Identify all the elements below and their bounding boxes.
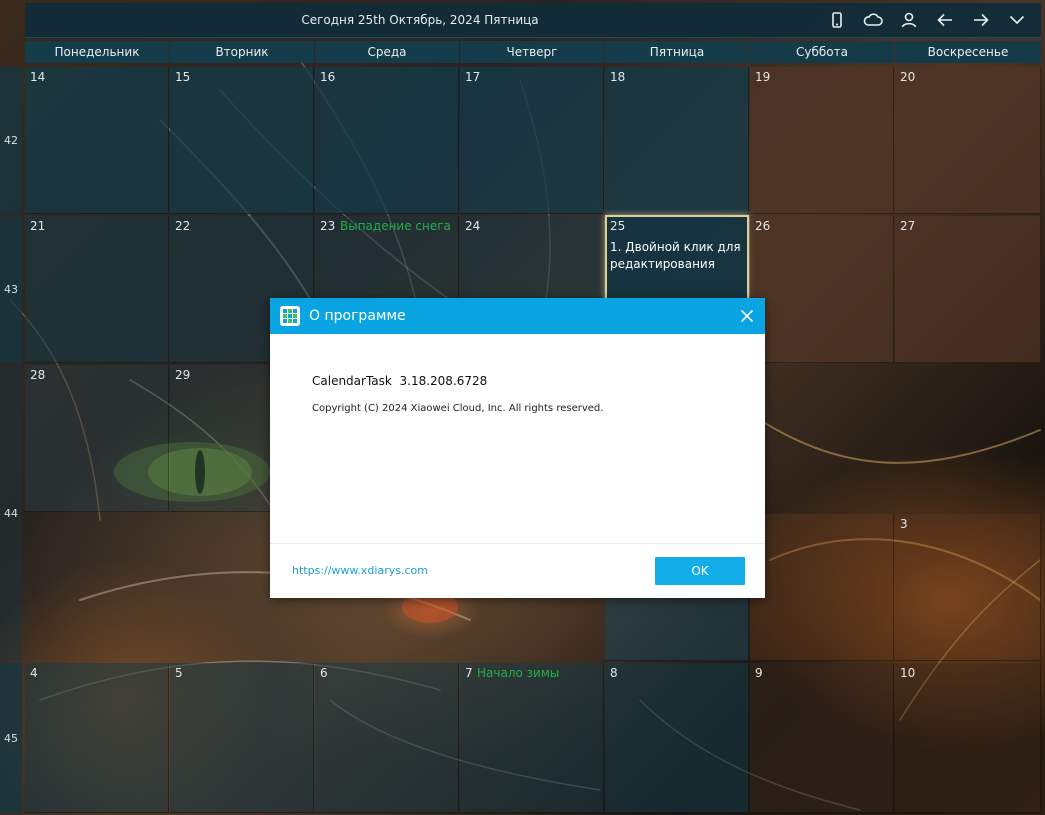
- day-number: 28: [30, 368, 46, 382]
- day-number: 29: [175, 368, 191, 382]
- day-number: 24: [465, 219, 481, 233]
- copyright-text: Copyright (C) 2024 Xiaowei Cloud, Inc. A…: [312, 403, 604, 414]
- cloud-icon[interactable]: [855, 3, 891, 37]
- event-label[interactable]: Выпадение снега: [340, 219, 451, 233]
- day-cell[interactable]: [750, 514, 894, 661]
- event-label[interactable]: Начало зимы: [477, 666, 559, 680]
- week-number[interactable]: 43: [0, 216, 22, 363]
- day-cell[interactable]: 16: [315, 67, 459, 214]
- dialog-title-bar: О программе: [270, 298, 765, 334]
- day-cell[interactable]: 3: [895, 514, 1041, 661]
- user-icon[interactable]: [891, 3, 927, 37]
- day-cell[interactable]: 5: [170, 663, 314, 813]
- ok-button[interactable]: OK: [655, 557, 745, 585]
- day-cell[interactable]: 26: [750, 216, 894, 363]
- week-number[interactable]: 44: [0, 365, 22, 661]
- day-number: 3: [900, 517, 908, 531]
- app-logo-icon: [280, 306, 300, 326]
- day-number: 7: [465, 666, 473, 680]
- toolbar-icons: [819, 3, 1035, 37]
- day-cell[interactable]: 14: [25, 67, 169, 214]
- day-cell[interactable]: 9: [750, 663, 894, 813]
- dialog-title: О программе: [309, 308, 406, 324]
- day-cell[interactable]: 4: [25, 663, 169, 813]
- day-number: 25: [610, 219, 626, 233]
- day-cell[interactable]: 6: [315, 663, 459, 813]
- day-cell[interactable]: 28: [25, 365, 169, 512]
- chevron-down-icon[interactable]: [999, 3, 1035, 37]
- task-item[interactable]: 1. Двойной клик для редактирования: [610, 239, 743, 273]
- day-number: 6: [320, 666, 328, 680]
- app-name: CalendarTask: [312, 374, 392, 388]
- day-number: 19: [755, 70, 771, 84]
- day-number: 8: [610, 666, 618, 680]
- day-number: 27: [900, 219, 916, 233]
- close-icon[interactable]: [737, 306, 757, 326]
- weekday-sunday: Воскресенье: [895, 41, 1041, 63]
- day-number: 18: [610, 70, 626, 84]
- weekday-tuesday: Вторник: [170, 41, 314, 63]
- day-number: 22: [175, 219, 191, 233]
- weekday-friday: Пятница: [605, 41, 749, 63]
- day-number: 26: [755, 219, 771, 233]
- weekday-monday: Понедельник: [25, 41, 169, 63]
- day-number: 20: [900, 70, 916, 84]
- dialog-divider: [270, 543, 765, 544]
- app-version-line: CalendarTask 3.18.208.6728: [312, 374, 487, 388]
- about-dialog: О программе CalendarTask 3.18.208.6728 C…: [270, 298, 765, 598]
- phone-icon[interactable]: [819, 3, 855, 37]
- day-number: 4: [30, 666, 38, 680]
- day-cell[interactable]: 10: [895, 663, 1041, 813]
- day-cell[interactable]: 20: [895, 67, 1041, 214]
- day-cell[interactable]: 21: [25, 216, 169, 363]
- day-number: 16: [320, 70, 336, 84]
- arrow-right-icon[interactable]: [963, 3, 999, 37]
- day-cell[interactable]: 18: [605, 67, 749, 214]
- day-cell[interactable]: 27: [895, 216, 1041, 363]
- day-number: 15: [175, 70, 191, 84]
- day-number: 9: [755, 666, 763, 680]
- day-number: 14: [30, 70, 46, 84]
- day-cell[interactable]: 17: [460, 67, 604, 214]
- top-bar: Сегодня 25th Октябрь, 2024 Пятница: [25, 3, 1041, 38]
- website-link[interactable]: https://www.xdiarys.com: [292, 564, 428, 577]
- day-cell[interactable]: 8: [605, 663, 749, 813]
- day-number: 23: [320, 219, 336, 233]
- day-number: 17: [465, 70, 481, 84]
- day-cell[interactable]: 15: [170, 67, 314, 214]
- weekday-thursday: Четверг: [460, 41, 604, 63]
- weekday-saturday: Суббота: [750, 41, 894, 63]
- day-number: 21: [30, 219, 46, 233]
- day-cell[interactable]: 19: [750, 67, 894, 214]
- day-number: 5: [175, 666, 183, 680]
- day-number: 10: [900, 666, 916, 680]
- current-date-title: Сегодня 25th Октябрь, 2024 Пятница: [301, 13, 539, 27]
- app-version: 3.18.208.6728: [399, 374, 488, 388]
- week-number[interactable]: 45: [0, 663, 22, 813]
- weekday-wednesday: Среда: [315, 41, 459, 63]
- week-number[interactable]: 42: [0, 67, 22, 214]
- day-cell[interactable]: 7 Начало зимы: [460, 663, 604, 813]
- arrow-left-icon[interactable]: [927, 3, 963, 37]
